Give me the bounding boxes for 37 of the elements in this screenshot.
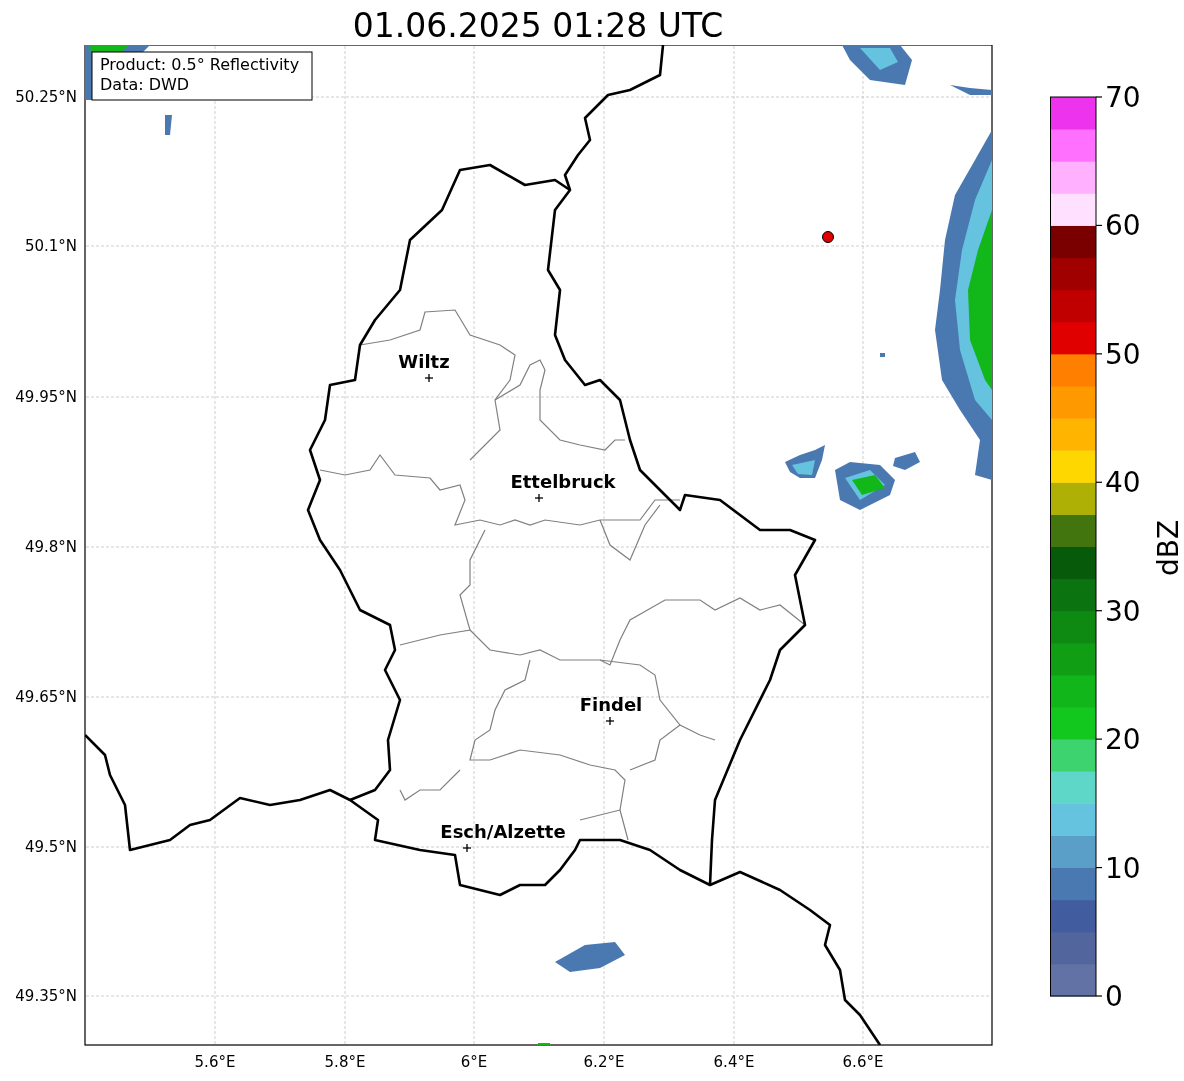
colorbar-tick-label: 0 (1105, 980, 1123, 1013)
city-label: Findel (579, 694, 643, 715)
colorbar-tick-label: 60 (1105, 209, 1141, 243)
longitude-label: 5.6°E (194, 1053, 236, 1071)
info-text: Product: 0.5° Reflectivity (100, 55, 300, 74)
latitude-label: 49.8°N (24, 538, 77, 556)
longitude-label: 6.4°E (713, 1053, 755, 1071)
city-label: Wiltz (398, 351, 450, 372)
latitude-label: 50.25°N (15, 88, 77, 106)
tick-mark (1095, 96, 1103, 98)
info-text: Data: DWD (100, 75, 190, 94)
colorbar-title: dBZ (1152, 519, 1184, 577)
longitude-label: 5.8°E (324, 1053, 366, 1071)
latitude-label: 49.65°N (15, 688, 77, 706)
tick-mark (1095, 224, 1103, 227)
tick-mark (1095, 738, 1103, 740)
latitude-label: 50.1°N (24, 237, 77, 255)
longitude-label: 6.6°E (842, 1053, 884, 1071)
tick-mark (1095, 353, 1103, 355)
city-label: Esch/Alzette (440, 821, 566, 842)
colorbar-tick-label: 10 (1105, 851, 1141, 885)
longitude-label: 6°E (460, 1053, 488, 1071)
colorbar-tick-label: 50 (1105, 337, 1141, 371)
city-label: Ettelbruck (510, 471, 616, 492)
colorbar-tick-label: 20 (1105, 723, 1141, 757)
colorbar-tick-label: 70 (1105, 81, 1141, 114)
latitude-label: 49.35°N (15, 987, 77, 1005)
tick-mark (1095, 481, 1103, 483)
tick-mark (1095, 866, 1103, 869)
colorbar-tick-label: 40 (1105, 466, 1141, 500)
chart-title: 01.06.2025 01:28 UTC (352, 6, 724, 45)
tick-mark (1095, 995, 1103, 997)
latitude-label: 49.5°N (24, 838, 77, 856)
latitude-label: 49.95°N (15, 388, 77, 406)
colorbar-tick-label: 30 (1105, 594, 1141, 628)
longitude-label: 6.2°E (583, 1053, 625, 1071)
tick-mark (1095, 610, 1103, 612)
